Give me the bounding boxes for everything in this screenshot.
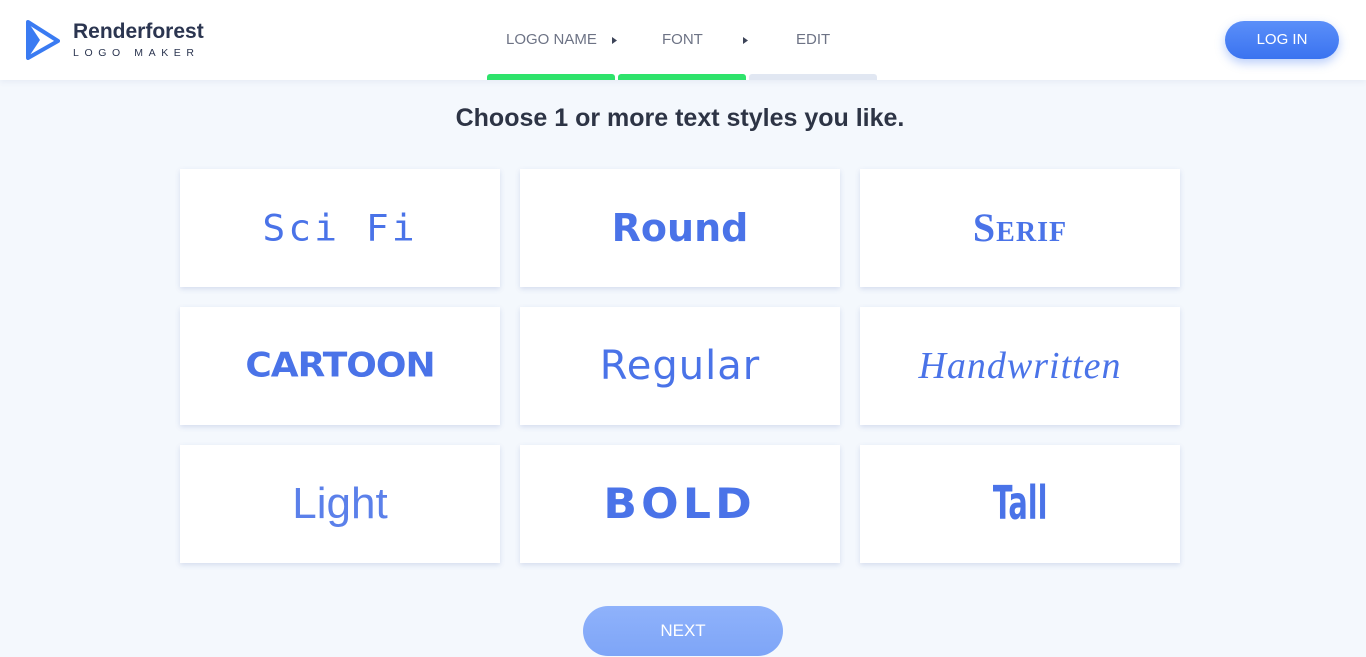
style-label: Round	[611, 206, 749, 250]
style-label: Regular	[599, 343, 761, 389]
step-font[interactable]: FONT	[662, 31, 703, 48]
step-arrow-icon	[743, 37, 748, 44]
page-heading: Choose 1 or more text styles you like.	[455, 104, 905, 132]
style-label: CARTOON	[245, 346, 435, 385]
progress-segment-edit	[749, 74, 877, 80]
top-header: Renderforest LOGO MAKER LOGO NAME FONT E…	[0, 0, 1366, 80]
style-card-regular[interactable]: Regular	[520, 307, 840, 425]
style-label: Light	[292, 479, 388, 528]
style-label: Sci Fi	[262, 207, 418, 249]
next-button[interactable]: NEXT	[583, 606, 783, 656]
style-card-tall[interactable]: Tall	[860, 445, 1180, 563]
login-button[interactable]: LOG IN	[1225, 21, 1339, 59]
style-card-light[interactable]: Light	[180, 445, 500, 563]
step-logo-name[interactable]: LOGO NAME	[506, 31, 597, 48]
style-label: Tall	[992, 477, 1048, 531]
style-card-cartoon[interactable]: CARTOON	[180, 307, 500, 425]
style-card-sci-fi[interactable]: Sci Fi	[180, 169, 500, 287]
style-card-handwritten[interactable]: Handwritten	[860, 307, 1180, 425]
style-card-round[interactable]: Round	[520, 169, 840, 287]
step-edit[interactable]: EDIT	[796, 31, 830, 48]
style-card-bold[interactable]: BOLD	[520, 445, 840, 563]
style-label: Handwritten	[918, 345, 1122, 387]
progress-segment-logo-name	[487, 74, 615, 80]
style-label: Serif	[972, 205, 1068, 250]
style-card-serif[interactable]: Serif	[860, 169, 1180, 287]
style-label: BOLD	[603, 479, 757, 528]
progress-segment-font	[618, 74, 746, 80]
step-arrow-icon	[612, 37, 617, 44]
progress-steps: LOGO NAME FONT EDIT	[0, 0, 1366, 80]
